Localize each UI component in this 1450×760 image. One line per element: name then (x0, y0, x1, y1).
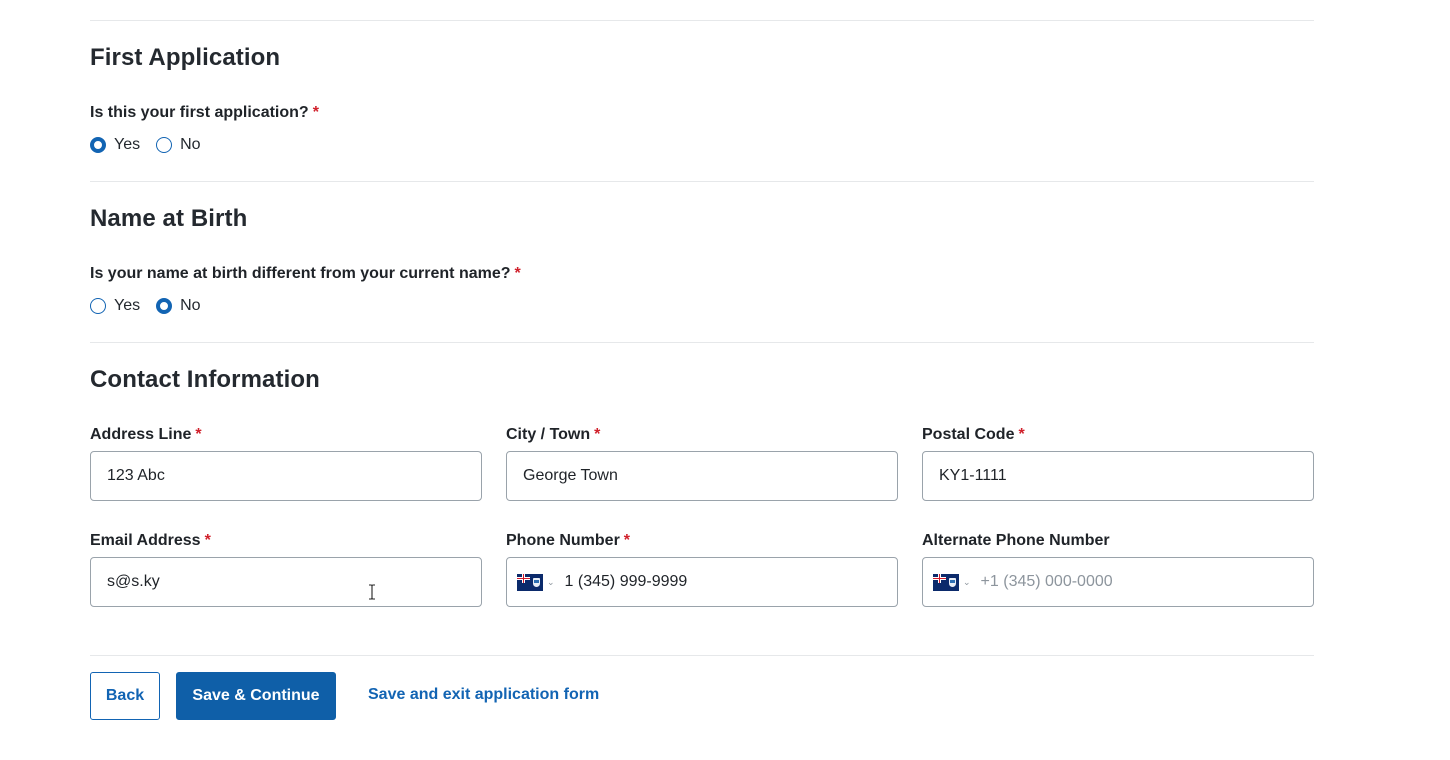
cayman-islands-flag-icon[interactable] (517, 573, 543, 591)
postal-code-field: Postal Code * KY1-1111 (922, 425, 1314, 501)
section-divider (90, 20, 1314, 21)
first-application-no-option[interactable]: No (156, 136, 201, 154)
cayman-islands-flag-icon[interactable] (933, 573, 959, 591)
address-line-input[interactable]: 123 Abc (90, 451, 482, 501)
name-at-birth-question: Is your name at birth different from you… (90, 265, 521, 282)
address-line-field: Address Line * 123 Abc (90, 425, 482, 501)
phone-number-input[interactable]: ⌄ 1 (345) 999-9999 (506, 557, 898, 607)
chevron-down-icon[interactable]: ⌄ (547, 577, 555, 587)
radio-button-checked[interactable] (156, 298, 173, 314)
name-at-birth-radio-group: Yes No (90, 295, 217, 317)
postal-code-input[interactable]: KY1-1111 (922, 451, 1314, 501)
alternate-phone-placeholder: +1 (345) 000-0000 (980, 573, 1113, 590)
name-at-birth-yes-option[interactable]: Yes (90, 297, 140, 315)
alternate-phone-number-input[interactable]: ⌄ +1 (345) 000-0000 (922, 557, 1314, 607)
radio-button-checked[interactable] (90, 137, 106, 153)
first-application-radio-group: Yes No (90, 134, 217, 156)
first-application-title: First Application (90, 44, 281, 71)
contact-information-title: Contact Information (90, 366, 320, 393)
first-application-question: Is this your first application? * (90, 104, 319, 121)
first-application-yes-option[interactable]: Yes (90, 136, 140, 154)
section-divider (90, 342, 1314, 343)
name-at-birth-title: Name at Birth (90, 205, 248, 232)
email-address-field: Email Address * s@s.ky (90, 531, 482, 607)
footer-divider (90, 655, 1314, 656)
save-continue-button[interactable]: Save & Continue (176, 672, 336, 720)
city-town-field: City / Town * George Town (506, 425, 898, 501)
section-divider (90, 181, 1314, 182)
radio-button-unchecked[interactable] (90, 298, 106, 314)
application-form: First Application Is this your first app… (90, 0, 1314, 760)
email-address-input[interactable]: s@s.ky (90, 557, 482, 607)
text-cursor-icon (369, 584, 375, 600)
city-town-input[interactable]: George Town (506, 451, 898, 501)
required-mark: * (514, 265, 521, 282)
alternate-phone-number-field: Alternate Phone Number ⌄ +1 (345) 000-00… (922, 531, 1314, 607)
required-mark: * (312, 104, 319, 121)
back-button[interactable]: Back (90, 672, 160, 720)
radio-button-unchecked[interactable] (156, 137, 173, 153)
save-exit-link[interactable]: Save and exit application form (368, 686, 599, 704)
phone-number-field: Phone Number * ⌄ 1 (345) 999-9999 (506, 531, 898, 607)
name-at-birth-no-option[interactable]: No (156, 297, 201, 315)
chevron-down-icon[interactable]: ⌄ (963, 577, 971, 587)
